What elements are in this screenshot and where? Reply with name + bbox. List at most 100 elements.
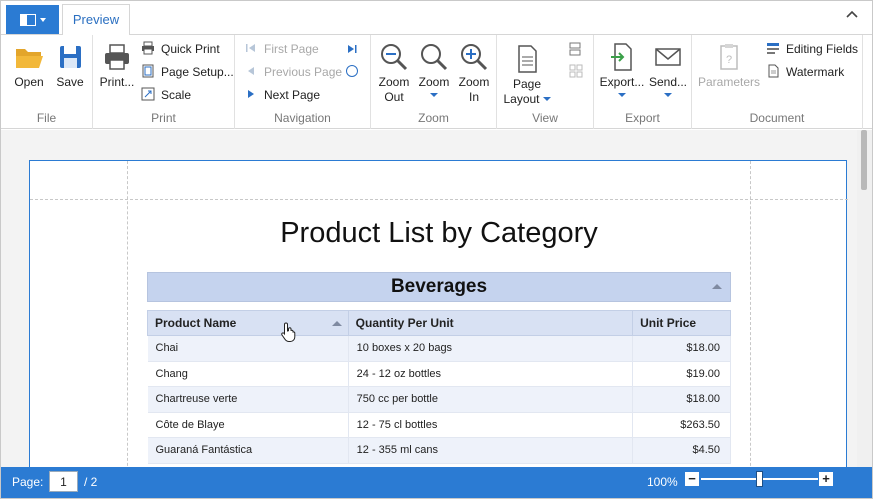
open-button[interactable]: Open [9, 41, 49, 90]
print-button[interactable]: Print... [97, 41, 137, 90]
product-name-cell: Côte de Blaye [147, 412, 349, 438]
ribbon: Open Save File Print... Quick Print Page… [1, 35, 872, 129]
page-setup-button[interactable]: Page Setup... [141, 63, 234, 81]
scrollbar-thumb[interactable] [861, 130, 867, 190]
watermark-label: Watermark [786, 65, 845, 79]
tab-bar: Preview [1, 1, 872, 36]
page-number-input[interactable]: 1 [49, 471, 78, 492]
collapse-arrow-icon[interactable] [712, 284, 722, 289]
watermark-icon [768, 64, 779, 78]
report-title: Product List by Category [280, 217, 598, 249]
quick-print-button[interactable]: Quick Print [141, 40, 220, 58]
group-file: Open Save File [1, 35, 93, 129]
first-page-icon [246, 44, 255, 52]
chevron-down-icon [430, 93, 438, 97]
previous-page-label: Previous Page [264, 65, 343, 79]
group-export: Export... Send... Export [594, 35, 692, 129]
zoom-minus-button[interactable]: − [685, 472, 699, 486]
zoom-dropdown-button[interactable]: Zoom [415, 41, 453, 97]
page-layout-button[interactable]: Page Layout [503, 41, 551, 107]
watermark-button[interactable]: Watermark [766, 63, 844, 81]
send-button[interactable]: Send... [646, 41, 690, 97]
navigate-icon[interactable] [345, 64, 359, 78]
report-page: Product List by Category Beverages Produ… [29, 160, 848, 481]
next-page-button[interactable]: Next Page [244, 86, 320, 104]
table-row: Chai 10 boxes x 20 bags $18.00 [147, 335, 731, 362]
document-viewer[interactable]: Product List by Category Beverages Produ… [1, 130, 857, 481]
group-navigation: First Page Previous Page Next Page Navig… [235, 35, 371, 129]
first-page-label: First Page [264, 42, 319, 56]
zoom-slider-thumb[interactable] [756, 471, 763, 487]
column-header-label: Quantity Per Unit [355, 316, 454, 330]
page-layout-label-line2: Layout [503, 92, 540, 106]
unit-price-cell: $4.50 [632, 437, 731, 464]
hand-cursor-icon [281, 322, 296, 342]
editing-fields-button[interactable]: Editing Fields [766, 40, 858, 58]
product-name-cell: Chartreuse verte [147, 386, 349, 413]
save-button[interactable]: Save [51, 41, 89, 90]
table-row: Côte de Blaye 12 - 75 cl bottles $263.50 [147, 412, 731, 438]
send-mail-icon [655, 48, 681, 66]
svg-text:?: ? [726, 54, 732, 66]
quantity-cell: 12 - 355 ml cans [348, 437, 634, 464]
zoom-in-label-line2: In [468, 90, 479, 104]
column-header-quantity[interactable]: Quantity Per Unit [347, 310, 634, 336]
sort-ascending-icon[interactable] [331, 321, 342, 326]
table-row: Chartreuse verte 750 cc per bottle $18.00 [147, 386, 731, 413]
quick-print-icon [142, 41, 154, 55]
previous-page-button[interactable]: Previous Page [244, 63, 342, 81]
product-name-cell: Guaraná Fantástica [147, 437, 349, 464]
quantity-cell: 10 boxes x 20 bags [348, 335, 634, 362]
parameters-label: Parameters [697, 75, 761, 89]
previous-page-icon [248, 67, 254, 75]
open-label: Open [14, 75, 44, 89]
chevron-down-icon [542, 97, 551, 101]
table-row: Guaraná Fantástica 12 - 355 ml cans $4.50 [147, 437, 731, 464]
chevron-down-icon [618, 93, 626, 97]
zoom-in-button[interactable]: Zoom In [455, 41, 493, 105]
parameters-button[interactable]: ? Parameters [696, 41, 762, 90]
save-disk-icon [60, 46, 81, 68]
application-menu-button[interactable] [6, 5, 59, 34]
group-label-export: Export [625, 111, 660, 125]
collapse-ribbon-icon[interactable] [846, 10, 858, 20]
category-header[interactable]: Beverages [147, 272, 731, 302]
export-label: Export... [599, 75, 645, 89]
group-label-navigation: Navigation [274, 111, 331, 125]
column-header-unit-price[interactable]: Unit Price [632, 310, 731, 336]
open-folder-icon [16, 49, 43, 68]
column-header-label: Product Name [155, 316, 237, 330]
product-name-cell: Chang [147, 361, 349, 387]
page-total: / 2 [84, 475, 98, 489]
product-name-cell: Chai [147, 335, 349, 362]
group-print: Print... Quick Print Page Setup... Scale… [93, 35, 235, 129]
product-table: Product Name Quantity Per Unit Unit Pric… [147, 310, 731, 464]
zoom-label: Zoom [418, 75, 450, 89]
multi-page-icon[interactable] [569, 42, 581, 56]
unit-price-cell: $18.00 [632, 335, 731, 362]
page-setup-icon [142, 64, 154, 78]
page-layout-icon [518, 45, 537, 73]
zoom-plus-button[interactable]: + [819, 472, 833, 486]
vertical-scrollbar[interactable] [857, 130, 872, 467]
column-header-product-name[interactable]: Product Name [147, 310, 349, 336]
group-zoom: Zoom Out Zoom Zoom In Zoom [371, 35, 497, 129]
thumbnails-icon[interactable] [569, 64, 583, 78]
group-label-zoom: Zoom [418, 111, 449, 125]
next-page-icon [248, 90, 254, 98]
zoom-out-icon [381, 44, 408, 71]
scale-button[interactable]: Scale [141, 86, 191, 104]
tab-preview[interactable]: Preview [62, 4, 130, 36]
zoom-out-button[interactable]: Zoom Out [375, 41, 413, 105]
top-margin-guide [30, 199, 848, 200]
export-button[interactable]: Export... [598, 41, 646, 97]
unit-price-cell: $263.50 [632, 412, 731, 438]
group-label-document: Document [749, 111, 805, 125]
status-bar: Page: 1 / 2 100% − + [1, 467, 872, 498]
table-row: Chang 24 - 12 oz bottles $19.00 [147, 361, 731, 387]
last-page-icon[interactable] [345, 42, 359, 56]
zoom-out-label-line2: Out [384, 90, 404, 104]
printer-icon [105, 44, 129, 70]
first-page-button[interactable]: First Page [244, 40, 319, 58]
group-view: Page Layout View [497, 35, 594, 129]
